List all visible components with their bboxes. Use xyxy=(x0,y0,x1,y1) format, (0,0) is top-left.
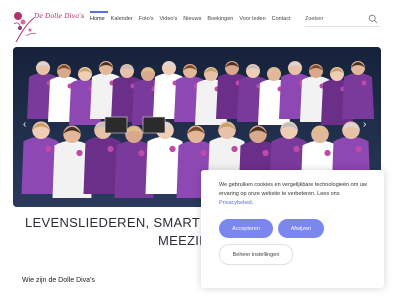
reject-cookies-button[interactable]: Afwijzen xyxy=(278,219,324,238)
nav-item-boekingen[interactable]: Boekingen xyxy=(207,16,233,22)
nav-item-home[interactable]: Home xyxy=(90,16,105,22)
cookie-message: We gebruiken cookies en vergelijkbare te… xyxy=(219,182,367,206)
flower-corsage xyxy=(138,149,145,157)
flower-corsage xyxy=(231,145,238,153)
chevron-left-icon[interactable]: ‹ xyxy=(23,119,26,130)
nav-item-nieuws[interactable]: Nieuws xyxy=(183,16,201,22)
site-logo[interactable]: De Dolle Diva's xyxy=(12,6,84,46)
flower-corsage xyxy=(361,80,367,86)
nav-item-videos[interactable]: Video's xyxy=(160,16,178,22)
flower-corsage xyxy=(76,149,83,157)
flower-corsage xyxy=(355,145,362,153)
flower-corsage xyxy=(200,149,207,157)
manage-settings-button[interactable]: Beheer instellingen xyxy=(219,244,293,265)
accordion xyxy=(142,116,166,134)
flower-corsage xyxy=(262,149,269,157)
flower-corsage xyxy=(324,149,331,157)
nav-item-kalender[interactable]: Kalender xyxy=(111,16,133,22)
nav-item-contact[interactable]: Contact xyxy=(272,16,291,22)
search-placeholder: Zoeken xyxy=(305,16,324,22)
logo-text: De Dolle Diva's xyxy=(34,12,85,20)
nav-item-fotos[interactable]: Foto's xyxy=(139,16,154,22)
cookie-text: We gebruiken cookies en vergelijkbare te… xyxy=(219,182,367,197)
nav-item-voor-leden[interactable]: Voor leden xyxy=(239,16,265,22)
flower-corsage xyxy=(107,145,114,153)
cookie-dialog: We gebruiken cookies en vergelijkbare te… xyxy=(201,170,384,288)
accept-cookies-button[interactable]: Accepteren xyxy=(219,219,273,238)
search-input[interactable]: Zoeken xyxy=(305,12,380,27)
headline-line1: LEVENSLIEDEREN, SMARTLAP xyxy=(25,215,226,230)
flower-corsage xyxy=(45,145,52,153)
choir-member-body xyxy=(342,73,374,119)
privacy-policy-link[interactable]: Privacybeleid xyxy=(219,200,252,206)
search-icon[interactable] xyxy=(368,14,378,24)
chevron-right-icon[interactable]: › xyxy=(363,119,366,130)
flower-corsage xyxy=(293,145,300,153)
accordion xyxy=(104,116,128,134)
flower-corsage xyxy=(169,145,176,153)
main-nav: Home Kalender Foto's Video's Nieuws Boek… xyxy=(90,12,297,26)
section-subheading: Wie zijn de Dolle Diva's xyxy=(22,277,95,284)
